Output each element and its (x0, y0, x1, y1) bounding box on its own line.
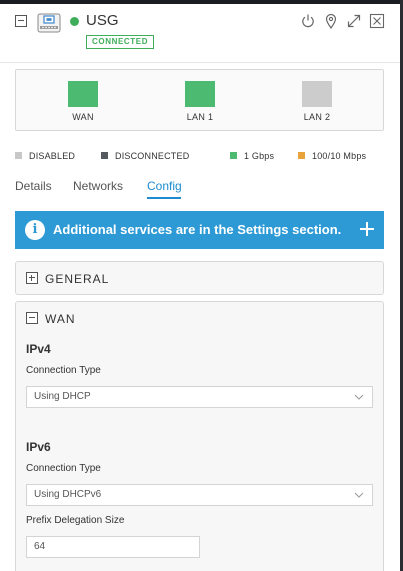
select-value: Using DHCPv6 (34, 489, 102, 500)
device-header: USG CONNECTED (0, 4, 400, 60)
port-status-square (185, 81, 215, 107)
tab-config[interactable]: Config (147, 179, 182, 193)
port-status-square (68, 81, 98, 107)
port-lan-1[interactable]: LAN 1 (170, 81, 230, 122)
legend-label: DISCONNECTED (115, 151, 190, 161)
ipv4-connection-type-select[interactable]: Using DHCP (26, 386, 373, 408)
legend-label: 100/10 Mbps (312, 151, 367, 161)
legend-swatch (15, 152, 22, 159)
legend-label: 1 Gbps (244, 151, 275, 161)
active-tab-indicator (147, 197, 181, 199)
section-wan: WAN IPv4 Connection Type Using DHCP IPv6… (15, 301, 384, 571)
ipv6-connection-type-select[interactable]: Using DHCPv6 (26, 484, 373, 506)
legend-item-disabled: DISABLED (15, 151, 75, 161)
collapse-icon[interactable] (15, 15, 27, 27)
gateway-device-icon (37, 13, 61, 33)
close-icon[interactable] (369, 13, 385, 29)
ports-panel: WAN LAN 1 LAN 2 (15, 69, 384, 131)
legend-swatch (298, 152, 305, 159)
power-icon[interactable] (300, 13, 316, 29)
status-indicator-dot (70, 17, 79, 26)
legend-swatch (101, 152, 108, 159)
tab-networks[interactable]: Networks (73, 179, 123, 193)
ipv4-heading: IPv4 (26, 342, 51, 356)
ipv6-heading: IPv6 (26, 440, 51, 454)
section-general: GENERAL (15, 261, 384, 295)
legend-item-100-10mbps: 100/10 Mbps (298, 151, 366, 161)
section-general-header[interactable]: GENERAL (16, 262, 383, 295)
port-label: WAN (72, 112, 94, 122)
plus-icon[interactable] (360, 222, 374, 236)
ipv6-connection-type-label: Connection Type (26, 463, 101, 474)
legend-label: DISABLED (29, 151, 76, 161)
section-wan-header[interactable]: WAN (16, 302, 383, 335)
select-value: Using DHCP (34, 391, 91, 402)
port-legend: DISABLED DISCONNECTED 1 Gbps 100/10 Mbps (0, 151, 400, 165)
port-status-square (302, 81, 332, 107)
banner-text: Additional services are in the Settings … (53, 222, 342, 237)
expand-icon[interactable] (26, 272, 38, 284)
port-wan[interactable]: WAN (53, 81, 113, 122)
location-pin-icon[interactable] (323, 13, 339, 29)
device-name: USG (86, 12, 119, 29)
prefix-delegation-size-label: Prefix Delegation Size (26, 515, 125, 526)
info-banner: i Additional services are in the Setting… (15, 211, 384, 249)
section-title: GENERAL (45, 272, 110, 286)
port-label: LAN 2 (303, 112, 331, 122)
port-label: LAN 1 (186, 112, 214, 122)
status-badge: CONNECTED (86, 35, 155, 49)
chevron-down-icon (354, 492, 364, 498)
chevron-down-icon (354, 394, 364, 400)
prefix-delegation-size-input[interactable]: 64 (26, 536, 200, 558)
section-title: WAN (45, 312, 76, 326)
info-icon: i (25, 220, 45, 240)
port-lan-2[interactable]: LAN 2 (287, 81, 347, 122)
header-divider (0, 62, 400, 63)
legend-swatch (230, 152, 237, 159)
legend-item-disconnected: DISCONNECTED (101, 151, 189, 161)
expand-icon[interactable] (346, 13, 362, 29)
tab-details[interactable]: Details (15, 179, 52, 193)
legend-item-1gbps: 1 Gbps (230, 151, 274, 161)
ipv4-connection-type-label: Connection Type (26, 365, 101, 376)
collapse-icon[interactable] (26, 312, 38, 324)
